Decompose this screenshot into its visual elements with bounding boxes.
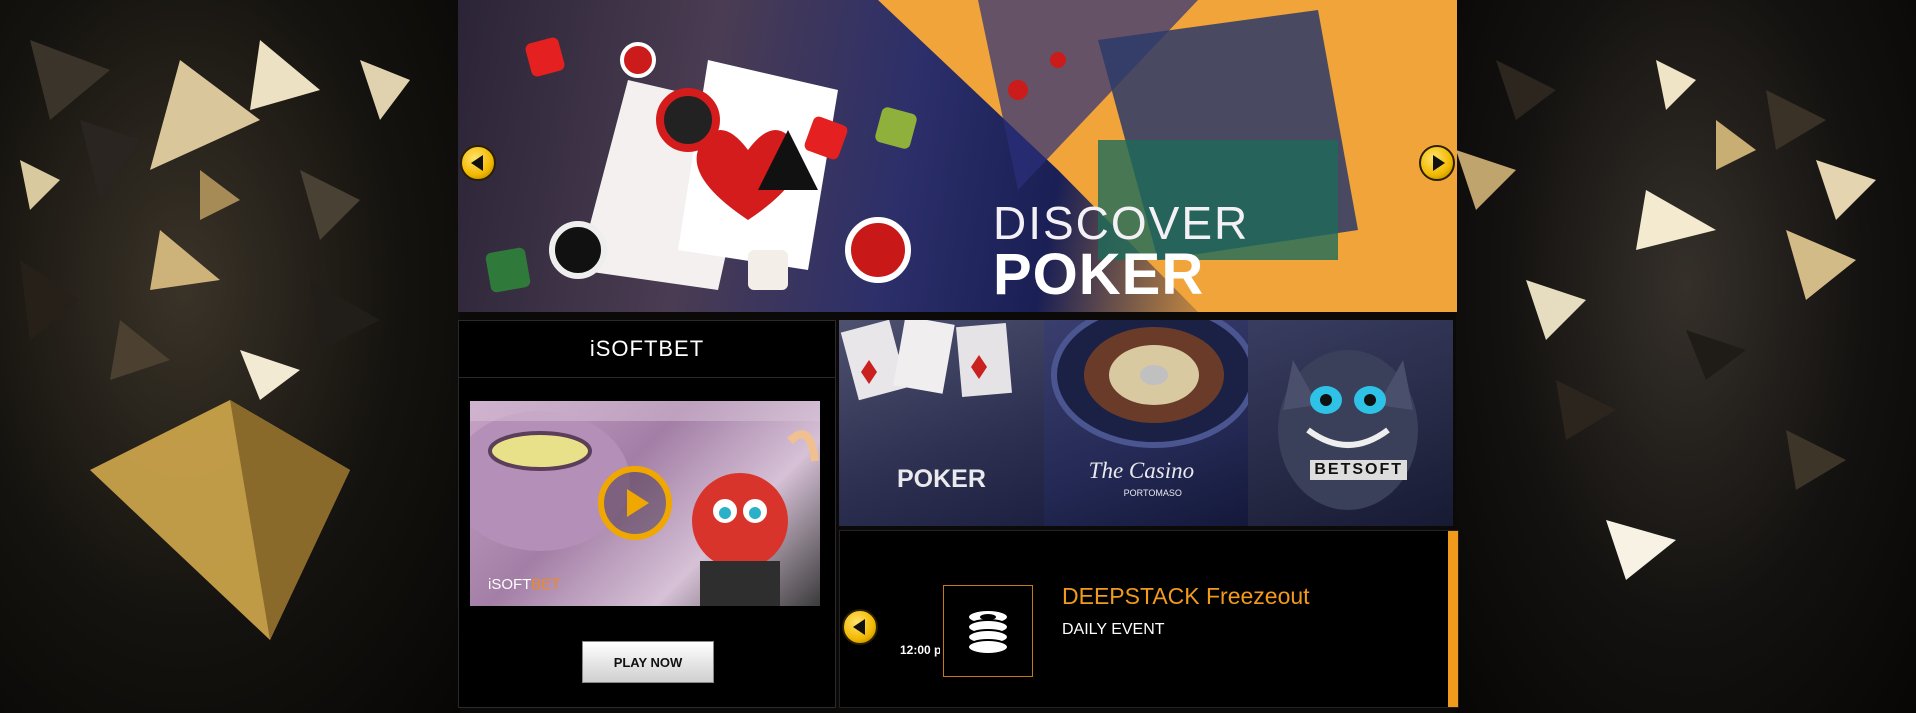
promo-video-thumbnail[interactable]: iSOFTBET — [470, 401, 820, 606]
poker-chips-icon — [967, 609, 1009, 655]
tile-poker[interactable]: POKER — [839, 320, 1044, 526]
hero-banner[interactable]: DISCOVER POKER — [458, 0, 1457, 312]
hero-next-button[interactable] — [1419, 145, 1455, 181]
tile-betsoft-label: BETSOFT — [1310, 460, 1408, 480]
promo-panel: iSOFTBET iSOFTBET PLAY NOW — [458, 320, 836, 708]
hero-title-line2: POKER — [993, 242, 1205, 307]
chevron-left-icon — [470, 155, 483, 171]
hero-title: DISCOVER POKER — [993, 200, 1249, 304]
video-brand-logo: iSOFTBET — [488, 576, 561, 593]
category-tiles: POKER The Casino PORTOMASO BETSOFT — [839, 320, 1454, 526]
chevron-left-icon — [852, 619, 865, 635]
video-brand-prefix: iSOFT — [488, 576, 532, 593]
tile-casino[interactable]: The Casino PORTOMASO — [1043, 320, 1249, 526]
play-icon — [627, 489, 649, 517]
play-button[interactable] — [598, 466, 672, 540]
video-brand-suffix: BET — [531, 576, 561, 593]
event-prev-button[interactable] — [842, 609, 878, 645]
event-subtitle: DAILY EVENT — [1062, 621, 1165, 638]
event-accent-bar — [1448, 531, 1458, 707]
hero-prev-button[interactable] — [460, 145, 496, 181]
hero-title-line1: DISCOVER — [993, 197, 1250, 249]
event-icon-box — [943, 585, 1033, 677]
promo-panel-header: iSOFTBET — [459, 321, 835, 378]
tile-betsoft[interactable]: BETSOFT — [1248, 320, 1454, 526]
background-left-decoration — [0, 0, 460, 713]
event-time: 12:00 p — [900, 643, 940, 657]
play-now-button[interactable]: PLAY NOW — [582, 641, 714, 683]
event-title[interactable]: DEEPSTACK Freezeout — [1062, 583, 1310, 610]
tile-casino-label: The Casino — [1088, 458, 1195, 483]
tile-casino-sublabel: PORTOMASO — [1123, 488, 1182, 498]
brand-logo: iSOFTBET — [589, 336, 705, 361]
tile-poker-label: POKER — [897, 465, 986, 493]
chevron-right-icon — [1432, 155, 1445, 171]
event-panel: 12:00 p DEEPSTACK Freezeout DAILY EVENT — [839, 530, 1459, 708]
background-right-decoration — [1456, 0, 1916, 713]
